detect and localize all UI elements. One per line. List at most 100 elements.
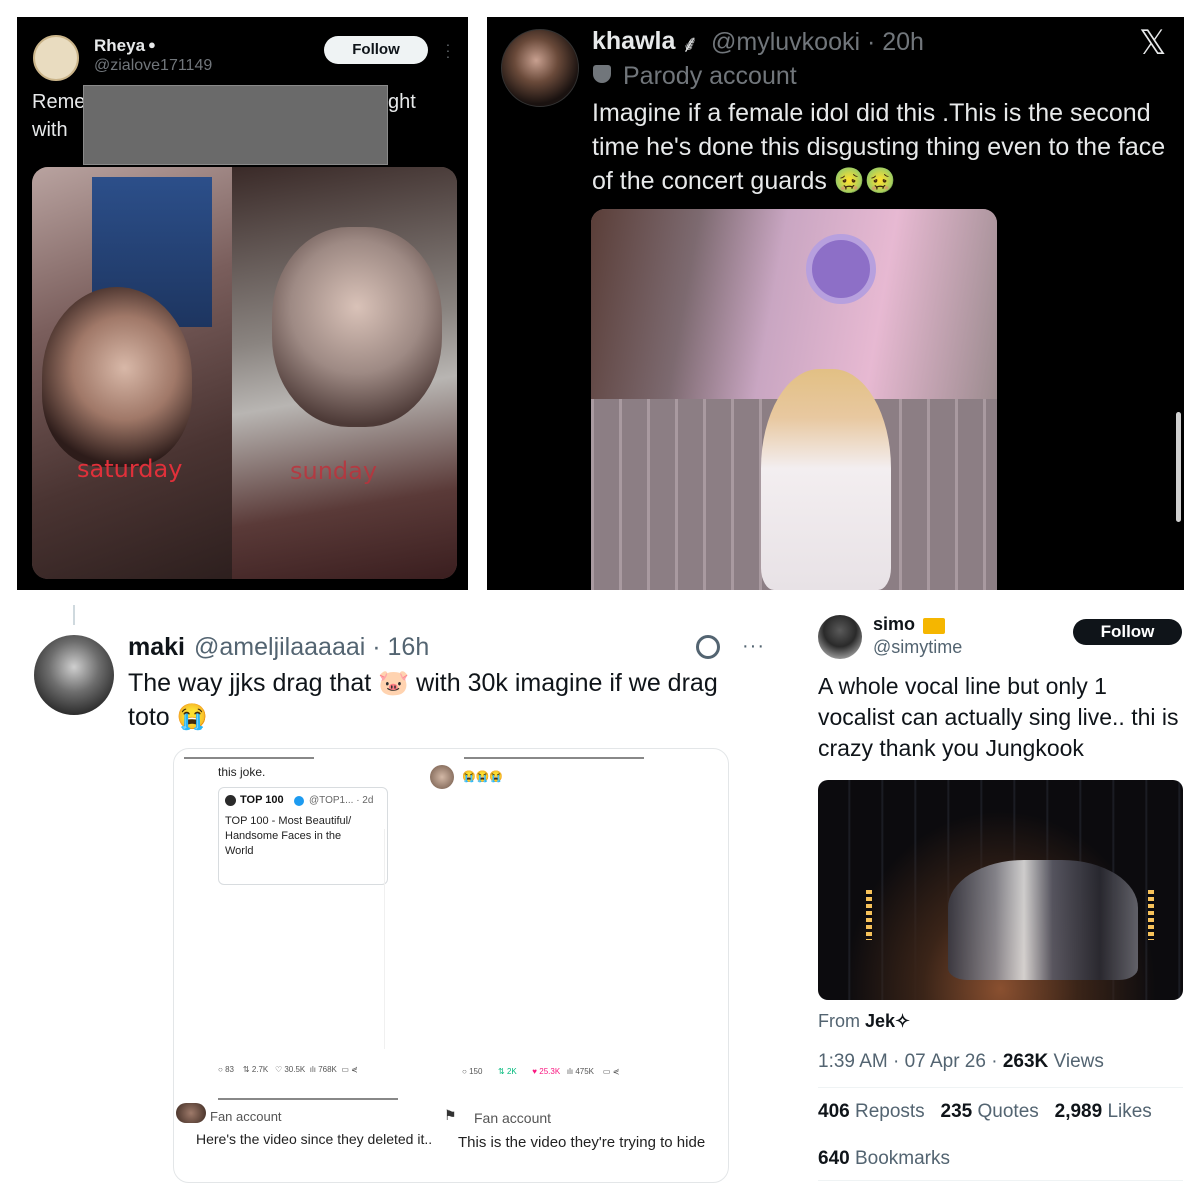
- embed-right-avatar: [430, 765, 454, 789]
- embed-left-text: this joke.: [218, 765, 266, 779]
- video-light-right: [1148, 890, 1154, 940]
- divider: [818, 1180, 1183, 1181]
- embed-divider: [384, 829, 385, 1049]
- tweet-panel-khawla: khawla ⸙ @myluvkooki · 20h 𝕏 Parody acco…: [487, 17, 1184, 590]
- embed-top-clip-right: [464, 749, 644, 759]
- handle-and-time[interactable]: @myluvkooki · 20h: [711, 28, 924, 57]
- photo-label-saturday: saturday: [77, 455, 183, 483]
- avatar[interactable]: [501, 29, 579, 107]
- handle[interactable]: @simytime: [873, 637, 962, 658]
- flag-icon: ⚑: [444, 1107, 457, 1123]
- video-crowd: [591, 209, 997, 399]
- display-name[interactable]: simo: [873, 614, 915, 635]
- from-name[interactable]: Jek✧: [865, 1011, 910, 1031]
- quotes-count[interactable]: 235: [941, 1101, 973, 1122]
- embed-stats-left: ○ 83 ⇅ 2.7K ♡ 30.5K ılı 768K ▭ ⋞: [218, 1065, 358, 1074]
- parody-mask-icon: [593, 65, 611, 83]
- display-name[interactable]: maki: [128, 633, 185, 662]
- tweet-video[interactable]: [818, 780, 1183, 1000]
- repost-icon: ⇅: [498, 1067, 505, 1076]
- tweet-video[interactable]: [591, 209, 997, 590]
- embed-stats-right: ○ 150 ⇅ 2K ♥ 25.3K ılı 475K ▭ ⋞: [462, 1067, 619, 1076]
- display-name[interactable]: Rheya: [94, 36, 145, 56]
- quote-handle: @TOP1... · 2d: [309, 795, 374, 806]
- embed-top-clip-left: [184, 749, 314, 759]
- tweet-text-right-1: ght: [388, 91, 416, 113]
- from-label: From: [818, 1011, 860, 1031]
- reposts-label[interactable]: Reposts: [855, 1101, 925, 1122]
- embed-right-emoji: 😭😭😭: [462, 771, 504, 783]
- reply-right-text: This is the video they're trying to hide: [458, 1134, 706, 1151]
- quote-text: TOP 100 - Most Beautiful/ Handsome Faces…: [225, 815, 352, 857]
- like-icon: ♥: [532, 1067, 538, 1076]
- reply-left-avatar: [176, 1103, 206, 1123]
- engagement-row: 406 Reposts 235 Quotes 2,989 Likes: [818, 1101, 1152, 1123]
- views-icon: ılı: [566, 1067, 574, 1076]
- tweet-text-left-1: Reme: [32, 91, 86, 113]
- follow-button[interactable]: Follow: [1073, 619, 1182, 645]
- grok-icon[interactable]: [696, 635, 720, 659]
- tweet-photo[interactable]: saturday sunday: [32, 167, 457, 579]
- display-name[interactable]: khawla: [592, 27, 675, 56]
- bookmark-icon: ▭: [602, 1067, 611, 1076]
- handle-and-time[interactable]: @ameljilaaaaai · 16h: [194, 633, 429, 662]
- redaction-box: [83, 85, 388, 165]
- quotes-label[interactable]: Quotes: [978, 1101, 1039, 1122]
- stat-likes: 30.5K: [284, 1065, 306, 1074]
- like-icon: ♡: [274, 1065, 283, 1074]
- bookmarks-row: 640 Bookmarks: [818, 1148, 950, 1170]
- folder-icon: [923, 618, 945, 634]
- more-options-icon[interactable]: ···: [444, 37, 452, 63]
- likes-count[interactable]: 2,989: [1055, 1101, 1103, 1122]
- likes-label[interactable]: Likes: [1107, 1101, 1151, 1122]
- share-icon: ⋞: [351, 1065, 358, 1074]
- quote-name: TOP 100: [240, 794, 284, 806]
- video-light-left: [866, 890, 872, 940]
- stat-reposts: 2.7K: [251, 1065, 269, 1074]
- avatar[interactable]: [34, 635, 114, 715]
- tweet-text: Imagine if a female idol did this .This …: [592, 99, 1166, 195]
- top100-logo-icon: [225, 795, 236, 806]
- tweet-panel-simo: simo @simytime Follow A whole vocal line…: [805, 605, 1183, 1183]
- reposts-count[interactable]: 406: [818, 1101, 850, 1122]
- avatar[interactable]: [818, 615, 862, 659]
- verified-badge-icon: [294, 796, 304, 806]
- stat-views: 475K: [575, 1067, 595, 1076]
- follow-button[interactable]: Follow: [324, 36, 428, 64]
- timestamp-row: 1:39 AM · 07 Apr 26 · 263K Views: [818, 1051, 1104, 1073]
- x-logo-icon: 𝕏: [1139, 23, 1167, 63]
- more-options-icon[interactable]: ···: [742, 635, 765, 658]
- bookmark-icon: ▭: [341, 1065, 349, 1074]
- stat-likes: 25.3K: [539, 1067, 561, 1076]
- embed-bottom-clip-left: [218, 1092, 398, 1100]
- views-label: Views: [1048, 1051, 1104, 1072]
- stat-replies: 83: [225, 1065, 234, 1074]
- video-lightstick: [806, 234, 876, 304]
- stat-reposts: 2K: [506, 1067, 517, 1076]
- reply-left-text: Here's the video since they deleted it..: [196, 1131, 433, 1147]
- from-attribution[interactable]: From Jek✧: [818, 1011, 910, 1032]
- bookmarks-count[interactable]: 640: [818, 1148, 850, 1169]
- reply-icon: ○: [462, 1067, 467, 1076]
- avatar[interactable]: [33, 35, 79, 81]
- share-icon: ⋞: [612, 1067, 620, 1076]
- thread-line: [73, 605, 75, 625]
- repost-icon: ⇅: [242, 1065, 250, 1074]
- video-performer: [761, 369, 891, 590]
- ribbon-icon: ⸙: [681, 31, 699, 58]
- parody-account-badge: Parody account: [623, 62, 797, 90]
- reply-icon: ○: [218, 1065, 223, 1074]
- tweet-text-left-2: with: [32, 119, 68, 141]
- tweet-text: A whole vocal line but only 1 vocalist c…: [818, 673, 1179, 761]
- time-date: 1:39 AM · 07 Apr 26 ·: [818, 1051, 1003, 1072]
- photo-label-sunday: sunday: [290, 457, 378, 485]
- video-performers: [948, 860, 1138, 980]
- embedded-screenshot[interactable]: this joke. TOP 100 @TOP1... · 2d TOP 100…: [173, 748, 729, 1183]
- stat-views: 768K: [318, 1065, 337, 1074]
- handle[interactable]: @zialove171149: [94, 57, 212, 75]
- scrollbar[interactable]: [1176, 412, 1181, 522]
- photo-left-figure: [42, 287, 192, 467]
- embed-quote-box: TOP 100 @TOP1... · 2d TOP 100 - Most Bea…: [218, 787, 388, 885]
- penguin-icon: ●: [148, 37, 156, 52]
- bookmarks-label[interactable]: Bookmarks: [855, 1148, 950, 1169]
